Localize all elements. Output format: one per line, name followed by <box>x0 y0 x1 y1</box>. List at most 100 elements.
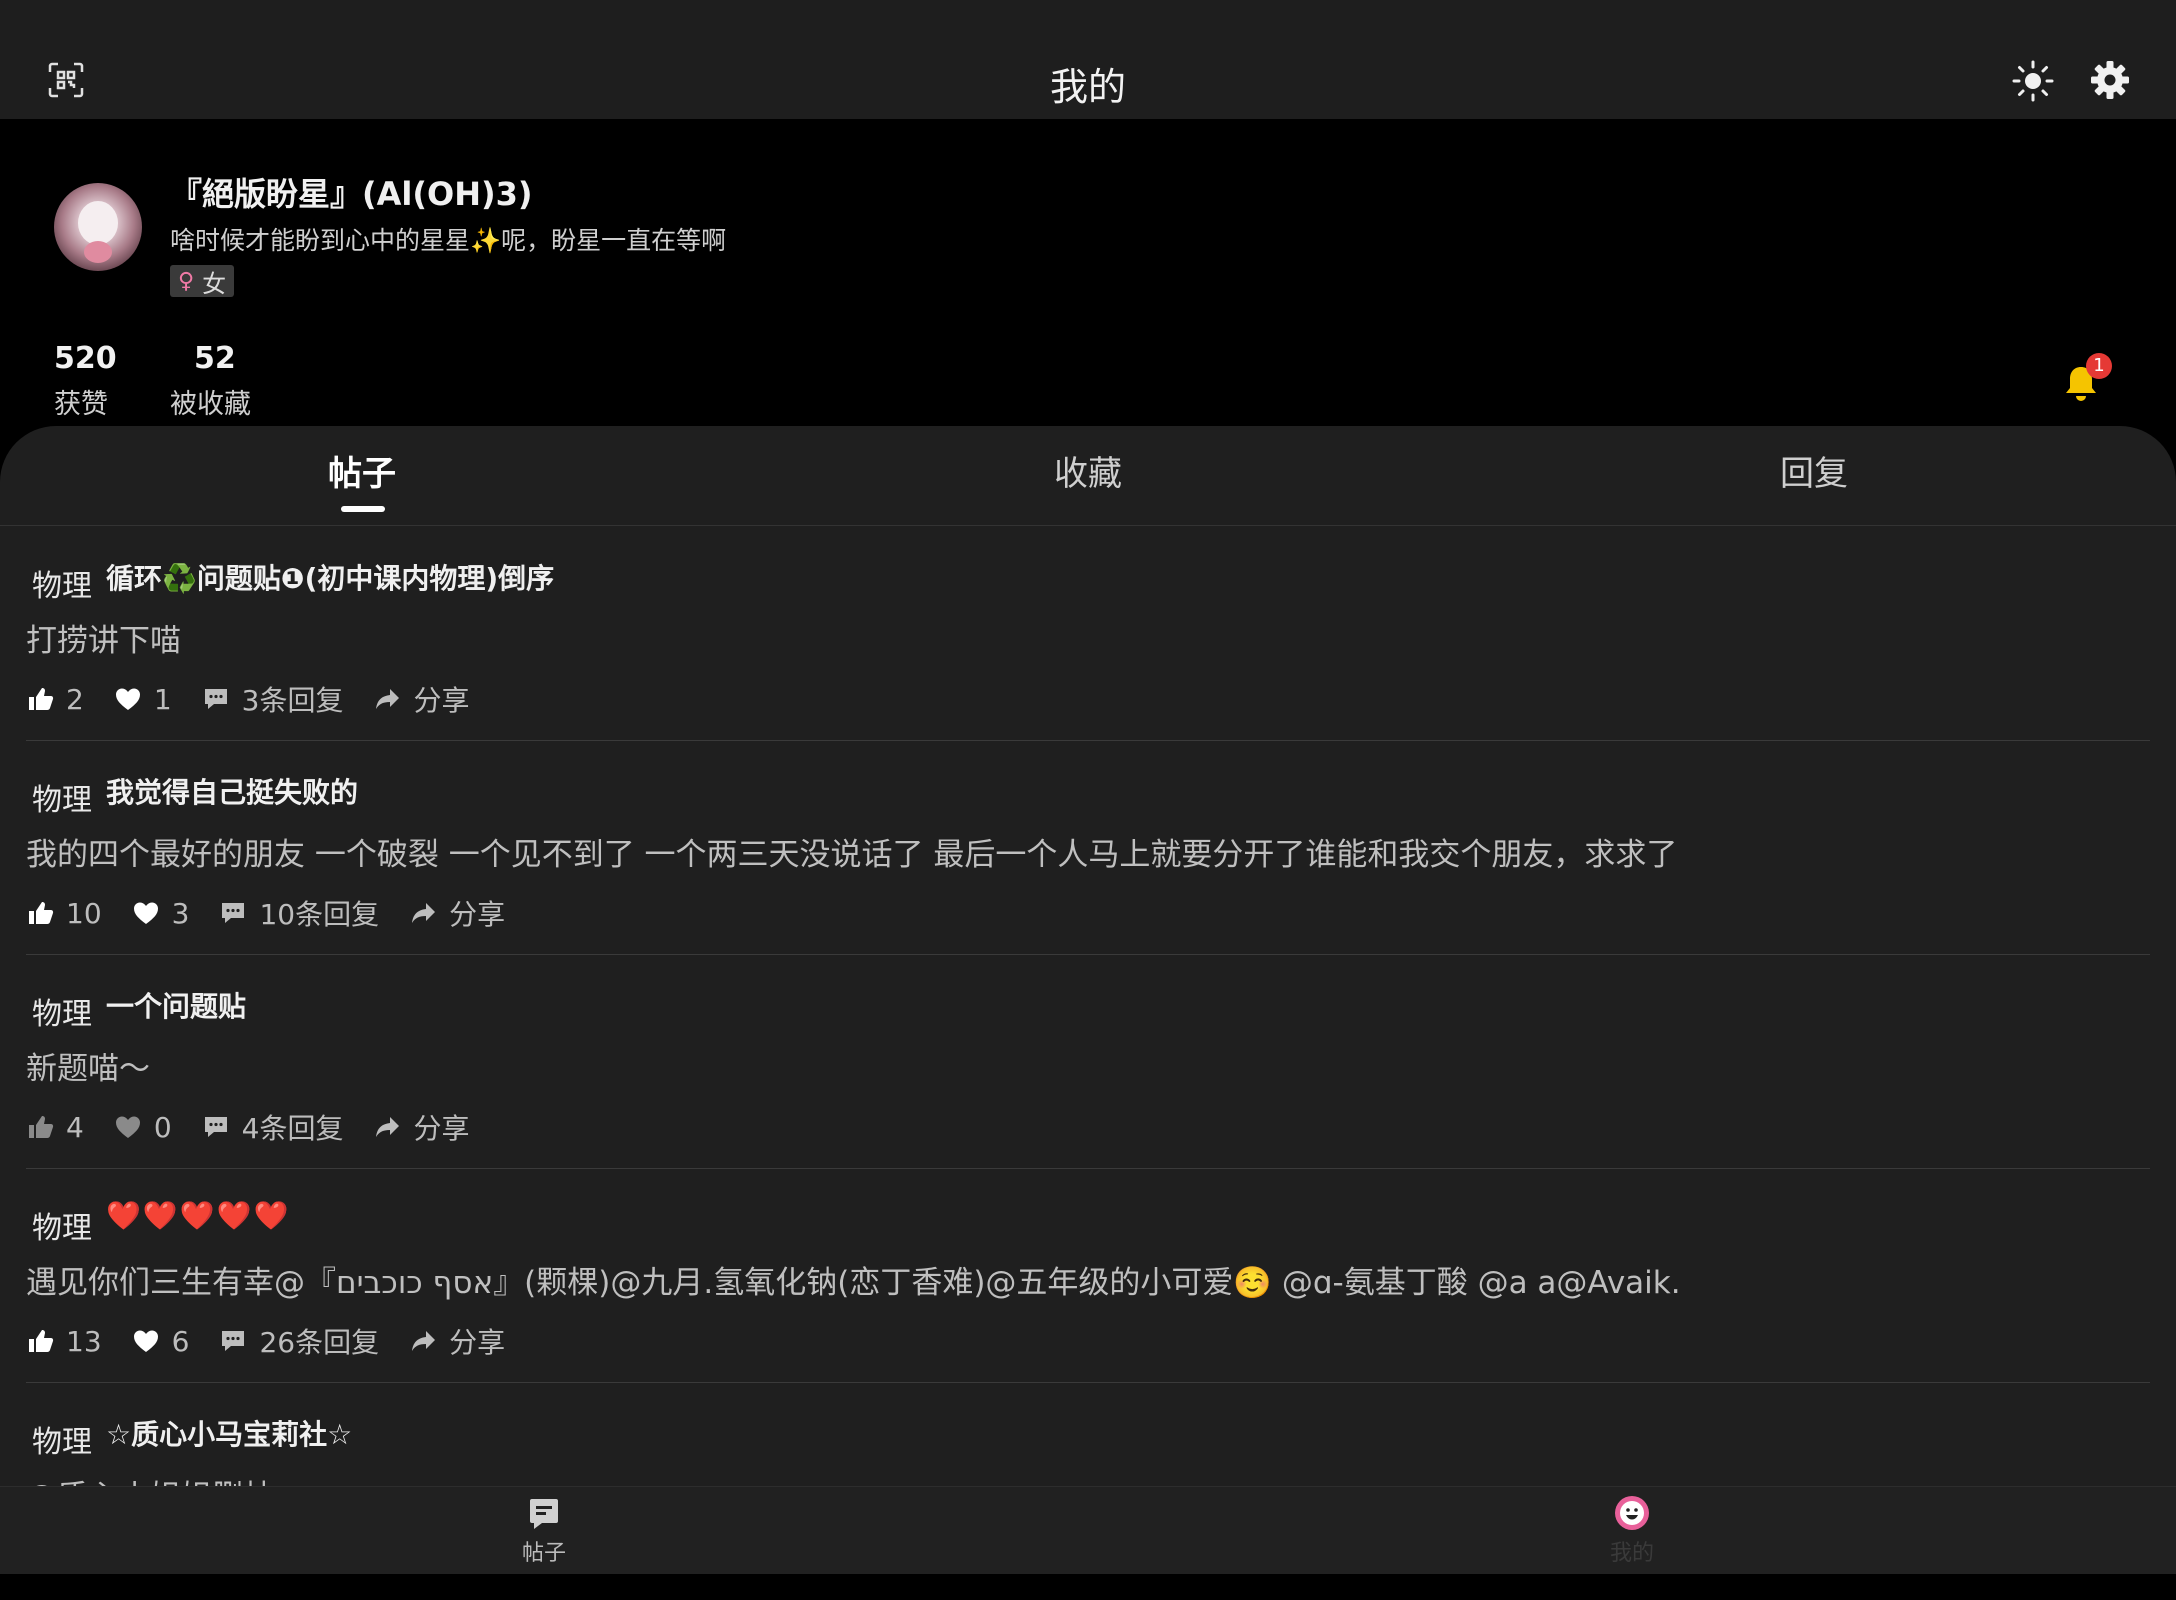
tab-posts[interactable]: 帖子 <box>328 446 396 495</box>
reply-count: 4条回复 <box>241 1112 344 1145</box>
share-button[interactable]: 分享 <box>373 1107 470 1147</box>
post-item[interactable]: 物理 我觉得自己挺失败的 我的四个最好的朋友 一个破裂 一个见不到了 一个两三天… <box>0 741 2176 955</box>
system-bar <box>0 1574 2176 1600</box>
profile-header: 『絕版盼星』(Al(OH)3) 啥时候才能盼到心中的星星✨呢，盼星一直在等啊 ♀… <box>0 119 2176 429</box>
post-title: ❤️❤️❤️❤️❤️ <box>106 1199 291 1232</box>
gender-badge: ♀ 女 <box>170 265 235 298</box>
top-app-bar: 我的 <box>0 0 2176 119</box>
bottom-navigation: 帖子 我的 <box>0 1486 2176 1574</box>
share-icon <box>376 1117 400 1137</box>
thumbs-up-icon <box>29 1330 54 1352</box>
like-button[interactable]: 13 <box>26 1325 102 1358</box>
female-icon: ♀ <box>178 268 195 294</box>
heart-button[interactable]: 1 <box>114 683 172 716</box>
like-count: 4 <box>66 1110 84 1144</box>
post-actions: 10 3 10条回复 分享 <box>26 893 535 933</box>
share-icon <box>412 903 436 923</box>
post-title: 循环♻️问题贴❶(初中课内物理)倒序 <box>106 562 555 595</box>
post-icon <box>530 1499 558 1529</box>
like-count: 10 <box>66 896 102 930</box>
heart-icon <box>115 1116 140 1138</box>
share-button[interactable]: 分享 <box>409 893 505 933</box>
sun-icon[interactable] <box>2012 60 2054 102</box>
post-category: 物理 <box>32 569 92 604</box>
thumbs-up-icon <box>29 1116 54 1138</box>
reply-button[interactable]: 10条回复 <box>219 893 379 933</box>
avatar-flower <box>84 241 112 263</box>
heart-button[interactable]: 0 <box>114 1111 172 1144</box>
comment-icon <box>222 903 245 923</box>
reply-count: 26条回复 <box>259 1326 380 1359</box>
gear-icon[interactable] <box>2090 60 2130 100</box>
likes-label: 获赞 <box>54 389 108 420</box>
heart-count: 3 <box>171 896 190 930</box>
post-category: 物理 <box>32 1211 92 1246</box>
reply-button[interactable]: 4条回复 <box>202 1107 344 1147</box>
likes-stat[interactable]: 520 获赞 <box>54 341 117 421</box>
comment-icon <box>204 689 227 709</box>
share-label: 分享 <box>449 1326 506 1359</box>
share-label: 分享 <box>413 1112 470 1145</box>
thumbs-up-icon <box>29 688 54 710</box>
nav-me[interactable]: 我的 <box>1572 1495 1692 1567</box>
share-icon <box>412 1331 436 1351</box>
post-body: 打捞讲下喵 <box>26 623 181 659</box>
post-title: ☆质心小马宝莉社☆ <box>106 1418 353 1451</box>
heart-count: 1 <box>153 682 172 716</box>
smiley-avatar-icon <box>1615 1496 1649 1530</box>
like-button[interactable]: 4 <box>26 1111 84 1144</box>
gender-label: 女 <box>202 269 227 298</box>
favorited-stat[interactable]: 52 被收藏 <box>170 341 251 421</box>
favorited-label: 被收藏 <box>170 389 251 420</box>
share-icon <box>376 689 400 709</box>
avatar-face <box>78 201 118 245</box>
post-body: 遇见你们三生有幸@『אסף כוכבים』(颗棵)@九月.氢氧化钠(恋丁香难)@… <box>26 1265 1681 1301</box>
comment-icon <box>222 1331 245 1351</box>
nav-posts[interactable]: 帖子 <box>484 1495 604 1567</box>
post-body: 新题喵～ <box>26 1051 150 1087</box>
nav-posts-label: 帖子 <box>521 1541 566 1566</box>
post-body: @质心小姐姐删帖 <box>26 1471 274 1486</box>
heart-icon <box>115 688 140 710</box>
like-button[interactable]: 10 <box>26 897 102 930</box>
post-category: 物理 <box>32 997 92 1032</box>
post-category: 物理 <box>32 1425 92 1460</box>
post-item[interactable]: 物理 ❤️❤️❤️❤️❤️ 遇见你们三生有幸@『אסף כוכבים』(颗棵)@… <box>0 1169 2176 1383</box>
nav-me-label: 我的 <box>1609 1541 1654 1566</box>
reply-button[interactable]: 26条回复 <box>219 1321 379 1361</box>
comment-icon <box>204 1117 227 1137</box>
share-button[interactable]: 分享 <box>409 1321 505 1361</box>
avatar[interactable] <box>54 183 142 271</box>
like-count: 2 <box>66 682 84 716</box>
post-title: 我觉得自己挺失败的 <box>106 776 359 809</box>
heart-count: 6 <box>171 1324 190 1358</box>
heart-button[interactable]: 6 <box>132 1324 190 1358</box>
post-item[interactable]: 物理 一个问题贴 新题喵～ 4 0 4条回复 分享 <box>0 955 2176 1169</box>
share-label: 分享 <box>449 898 506 931</box>
heart-icon <box>133 902 158 924</box>
reply-count: 10条回复 <box>259 898 380 931</box>
heart-icon <box>133 1330 158 1352</box>
notification-badge: 1 <box>2086 353 2112 379</box>
heart-count: 0 <box>153 1110 172 1144</box>
reply-count: 3条回复 <box>241 684 344 717</box>
reply-button[interactable]: 3条回复 <box>202 679 344 719</box>
tab-bar: 帖子 收藏 回复 <box>0 426 2176 526</box>
post-item[interactable]: 物理 ☆质心小马宝莉社☆ @质心小姐姐删帖 <box>0 1383 2176 1486</box>
share-button[interactable]: 分享 <box>373 679 470 719</box>
like-button[interactable]: 2 <box>26 683 84 716</box>
tab-favorites[interactable]: 收藏 <box>1054 446 1122 495</box>
post-actions: 13 6 26条回复 分享 <box>26 1321 535 1361</box>
post-item[interactable]: 物理 循环♻️问题贴❶(初中课内物理)倒序 打捞讲下喵 2 1 3条回复 分享 <box>0 527 2176 741</box>
thumbs-up-icon <box>29 902 54 924</box>
post-title: 一个问题贴 <box>106 990 247 1023</box>
tab-replies[interactable]: 回复 <box>1780 446 1848 495</box>
likes-count: 520 <box>54 341 117 376</box>
content-panel: 帖子 收藏 回复 物理 循环♻️问题贴❶(初中课内物理)倒序 打捞讲下喵 2 1… <box>0 426 2176 1486</box>
tab-indicator <box>341 506 385 512</box>
heart-button[interactable]: 3 <box>132 896 190 930</box>
post-actions: 4 0 4条回复 分享 <box>26 1107 500 1147</box>
post-category: 物理 <box>32 783 92 818</box>
like-count: 13 <box>66 1324 102 1358</box>
share-label: 分享 <box>413 684 470 717</box>
